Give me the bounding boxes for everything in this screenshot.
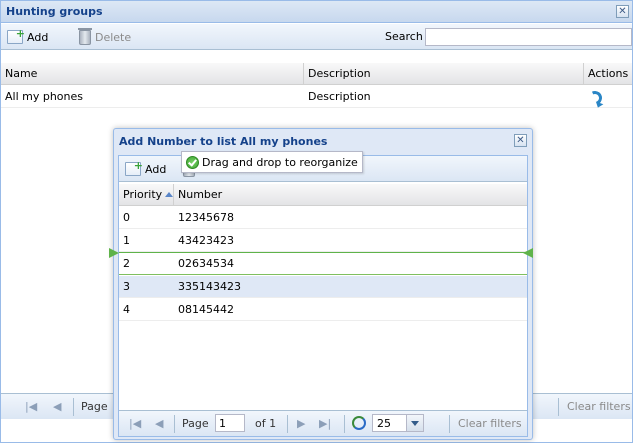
dialog-body: Add Delete Priority Number 0 12345678 1 … — [118, 155, 528, 437]
check-icon — [186, 155, 199, 169]
dialog-title: Add Number to list All my phones — [119, 135, 328, 148]
page-size-value: 25 — [377, 417, 391, 430]
drop-indicator-right-arrow-icon — [523, 248, 533, 258]
table-row[interactable]: All my phones Description — [1, 86, 632, 108]
sort-ascending-icon — [165, 192, 174, 197]
window-close-icon[interactable]: ✕ — [616, 5, 629, 18]
column-header-priority-label: Priority — [123, 188, 163, 201]
separator — [174, 415, 175, 433]
row-priority: 3 — [123, 280, 130, 293]
row-description: Description — [308, 90, 371, 103]
page-label: Page — [81, 400, 108, 413]
prev-page-icon[interactable]: ◀ — [155, 417, 163, 430]
drop-indicator-line — [119, 252, 525, 253]
dialog-add-button[interactable]: Add — [125, 159, 167, 178]
first-page-icon[interactable]: |◀ — [129, 417, 141, 430]
table-row[interactable]: 1 43423423 — [119, 230, 527, 252]
groups-grid-header: Name Description Actions — [1, 63, 632, 85]
page-label: Page — [182, 417, 209, 430]
add-icon — [125, 159, 143, 176]
row-priority: 0 — [123, 211, 130, 224]
next-page-icon[interactable]: ▶ — [297, 417, 305, 430]
table-row[interactable]: 0 12345678 — [119, 207, 527, 229]
column-header-priority[interactable]: Priority — [119, 184, 174, 206]
search-input[interactable] — [425, 28, 632, 46]
numbers-grid-header: Priority Number — [119, 184, 527, 206]
column-header-name[interactable]: Name — [1, 63, 304, 85]
refresh-icon[interactable] — [352, 416, 366, 430]
add-icon — [7, 27, 25, 44]
add-number-dialog: Add Number to list All my phones ✕ Add D… — [113, 128, 533, 440]
dialog-titlebar[interactable]: Add Number to list All my phones ✕ — [114, 129, 532, 153]
trash-icon — [78, 27, 92, 45]
dialog-paging-toolbar: |◀ ◀ Page of 1 ▶ ▶| 25 Clear filters — [119, 410, 527, 436]
prev-page-icon[interactable]: ◀ — [53, 400, 61, 413]
separator — [558, 398, 559, 416]
window-toolbar: Add Delete Search — [1, 24, 632, 50]
separator — [449, 415, 450, 433]
row-number: 43423423 — [178, 234, 234, 247]
table-row-selected[interactable]: 3 335143423 — [119, 276, 527, 298]
clear-filters-button[interactable]: Clear filters — [567, 400, 631, 413]
page-count-label: of 1 — [255, 417, 277, 430]
table-row[interactable]: 4 08145442 — [119, 299, 527, 321]
column-header-description[interactable]: Description — [304, 63, 584, 85]
delete-button-label: Delete — [95, 30, 132, 44]
last-page-icon[interactable]: ▶| — [319, 417, 331, 430]
separator — [344, 415, 345, 433]
row-priority: 1 — [123, 234, 130, 247]
window-titlebar[interactable]: Hunting groups ✕ — [1, 1, 632, 23]
delete-button[interactable]: Delete — [78, 27, 132, 46]
row-number: 02634534 — [178, 257, 234, 270]
column-header-number[interactable]: Number — [174, 184, 527, 206]
row-name: All my phones — [5, 90, 84, 103]
separator — [287, 415, 288, 433]
row-number: 335143423 — [178, 280, 241, 293]
drop-indicator-left-arrow-icon — [109, 248, 119, 258]
add-button[interactable]: Add — [7, 27, 49, 46]
window-title: Hunting groups — [6, 5, 103, 18]
table-row[interactable]: 2 02634534 — [119, 253, 527, 275]
page-number-input[interactable] — [215, 414, 245, 432]
add-button-label: Add — [27, 30, 49, 44]
dialog-close-icon[interactable]: ✕ — [514, 134, 527, 147]
separator — [73, 398, 74, 416]
page-size-select[interactable]: 25 — [372, 414, 424, 432]
row-priority: 2 — [123, 257, 130, 270]
row-priority: 4 — [123, 303, 130, 316]
chevron-down-icon[interactable] — [406, 415, 423, 431]
dialog-add-button-label: Add — [145, 162, 167, 176]
drag-tooltip: Drag and drop to reorganize — [181, 151, 363, 173]
clear-filters-button[interactable]: Clear filters — [458, 417, 522, 430]
row-number: 08145442 — [178, 303, 234, 316]
column-header-actions: Actions — [588, 67, 629, 80]
search-label: Search — [385, 30, 423, 43]
phone-forward-icon[interactable] — [586, 89, 604, 107]
first-page-icon[interactable]: |◀ — [25, 400, 37, 413]
drag-tooltip-text: Drag and drop to reorganize — [202, 155, 358, 169]
row-number: 12345678 — [178, 211, 234, 224]
